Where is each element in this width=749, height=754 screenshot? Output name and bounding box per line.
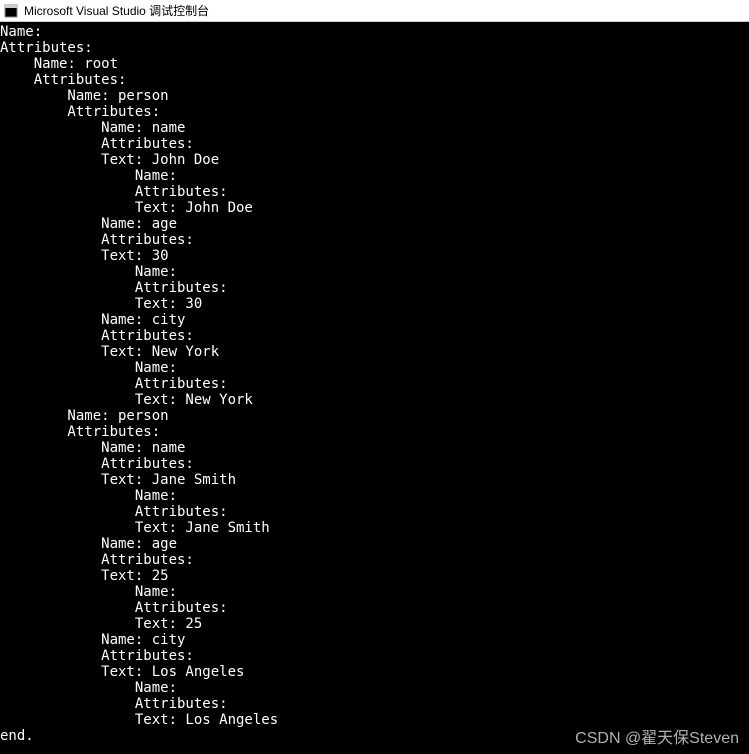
app-icon [4, 4, 18, 18]
console-output[interactable]: Name: Attributes: Name: root Attributes:… [0, 22, 749, 744]
window-titlebar[interactable]: Microsoft Visual Studio 调试控制台 [0, 0, 749, 22]
window-title: Microsoft Visual Studio 调试控制台 [24, 2, 209, 19]
